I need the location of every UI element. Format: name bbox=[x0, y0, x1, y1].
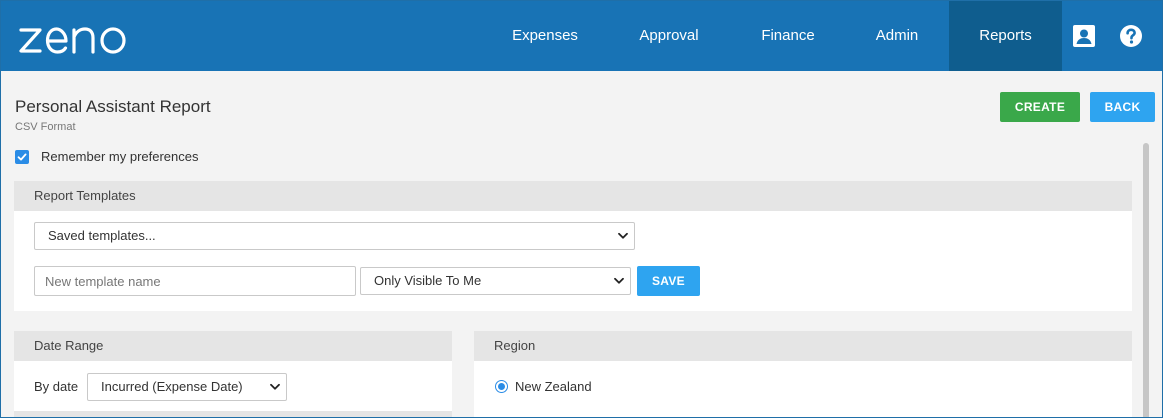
profile-icon[interactable] bbox=[1072, 24, 1096, 48]
checkmark-icon bbox=[17, 153, 27, 161]
region-option-label[interactable]: New Zealand bbox=[515, 379, 592, 394]
nav-finance[interactable]: Finance bbox=[731, 1, 845, 71]
by-date-select[interactable]: Incurred (Expense Date) bbox=[87, 373, 287, 401]
by-date-value: Incurred (Expense Date) bbox=[101, 379, 243, 394]
chevron-down-icon bbox=[614, 277, 624, 284]
report-templates-heading: Report Templates bbox=[14, 181, 1132, 211]
nav-approval[interactable]: Approval bbox=[607, 1, 731, 71]
chevron-down-icon bbox=[618, 232, 628, 239]
vertical-scrollbar[interactable] bbox=[1143, 143, 1149, 417]
region-heading: Region bbox=[474, 331, 1132, 361]
page-subtitle: CSV Format bbox=[15, 121, 76, 133]
chevron-down-icon bbox=[270, 383, 280, 390]
create-button[interactable]: CREATE bbox=[1000, 92, 1080, 122]
new-template-name-input[interactable] bbox=[34, 266, 356, 296]
date-range-heading: Date Range bbox=[14, 331, 452, 361]
zeno-logo[interactable] bbox=[18, 17, 133, 57]
top-navigation-bar: Expenses Approval Finance Admin Reports bbox=[1, 1, 1162, 71]
page-title: Personal Assistant Report bbox=[15, 97, 211, 116]
region-panel: Region New Zealand bbox=[474, 331, 1132, 417]
region-radio-new-zealand[interactable] bbox=[495, 380, 508, 393]
template-visibility-value: Only Visible To Me bbox=[374, 273, 482, 288]
date-range-panel: Date Range By date Incurred (Expense Dat… bbox=[14, 331, 452, 417]
report-templates-panel: Report Templates Saved templates... Only… bbox=[14, 181, 1132, 311]
by-date-label: By date bbox=[34, 379, 79, 394]
saved-templates-value: Saved templates... bbox=[48, 228, 156, 243]
panel-footer-divider bbox=[14, 411, 452, 417]
nav-reports[interactable]: Reports bbox=[949, 1, 1062, 71]
remember-preferences-checkbox[interactable] bbox=[15, 150, 29, 164]
saved-templates-select[interactable]: Saved templates... bbox=[34, 222, 635, 250]
nav-expenses[interactable]: Expenses bbox=[483, 1, 607, 71]
remember-preferences-label[interactable]: Remember my preferences bbox=[41, 149, 199, 164]
nav-admin[interactable]: Admin bbox=[845, 1, 949, 71]
back-button[interactable]: BACK bbox=[1090, 92, 1155, 122]
app-window: Expenses Approval Finance Admin Reports … bbox=[0, 0, 1163, 418]
help-icon[interactable] bbox=[1119, 24, 1143, 48]
save-template-button[interactable]: SAVE bbox=[637, 266, 700, 296]
template-visibility-select[interactable]: Only Visible To Me bbox=[360, 267, 631, 295]
